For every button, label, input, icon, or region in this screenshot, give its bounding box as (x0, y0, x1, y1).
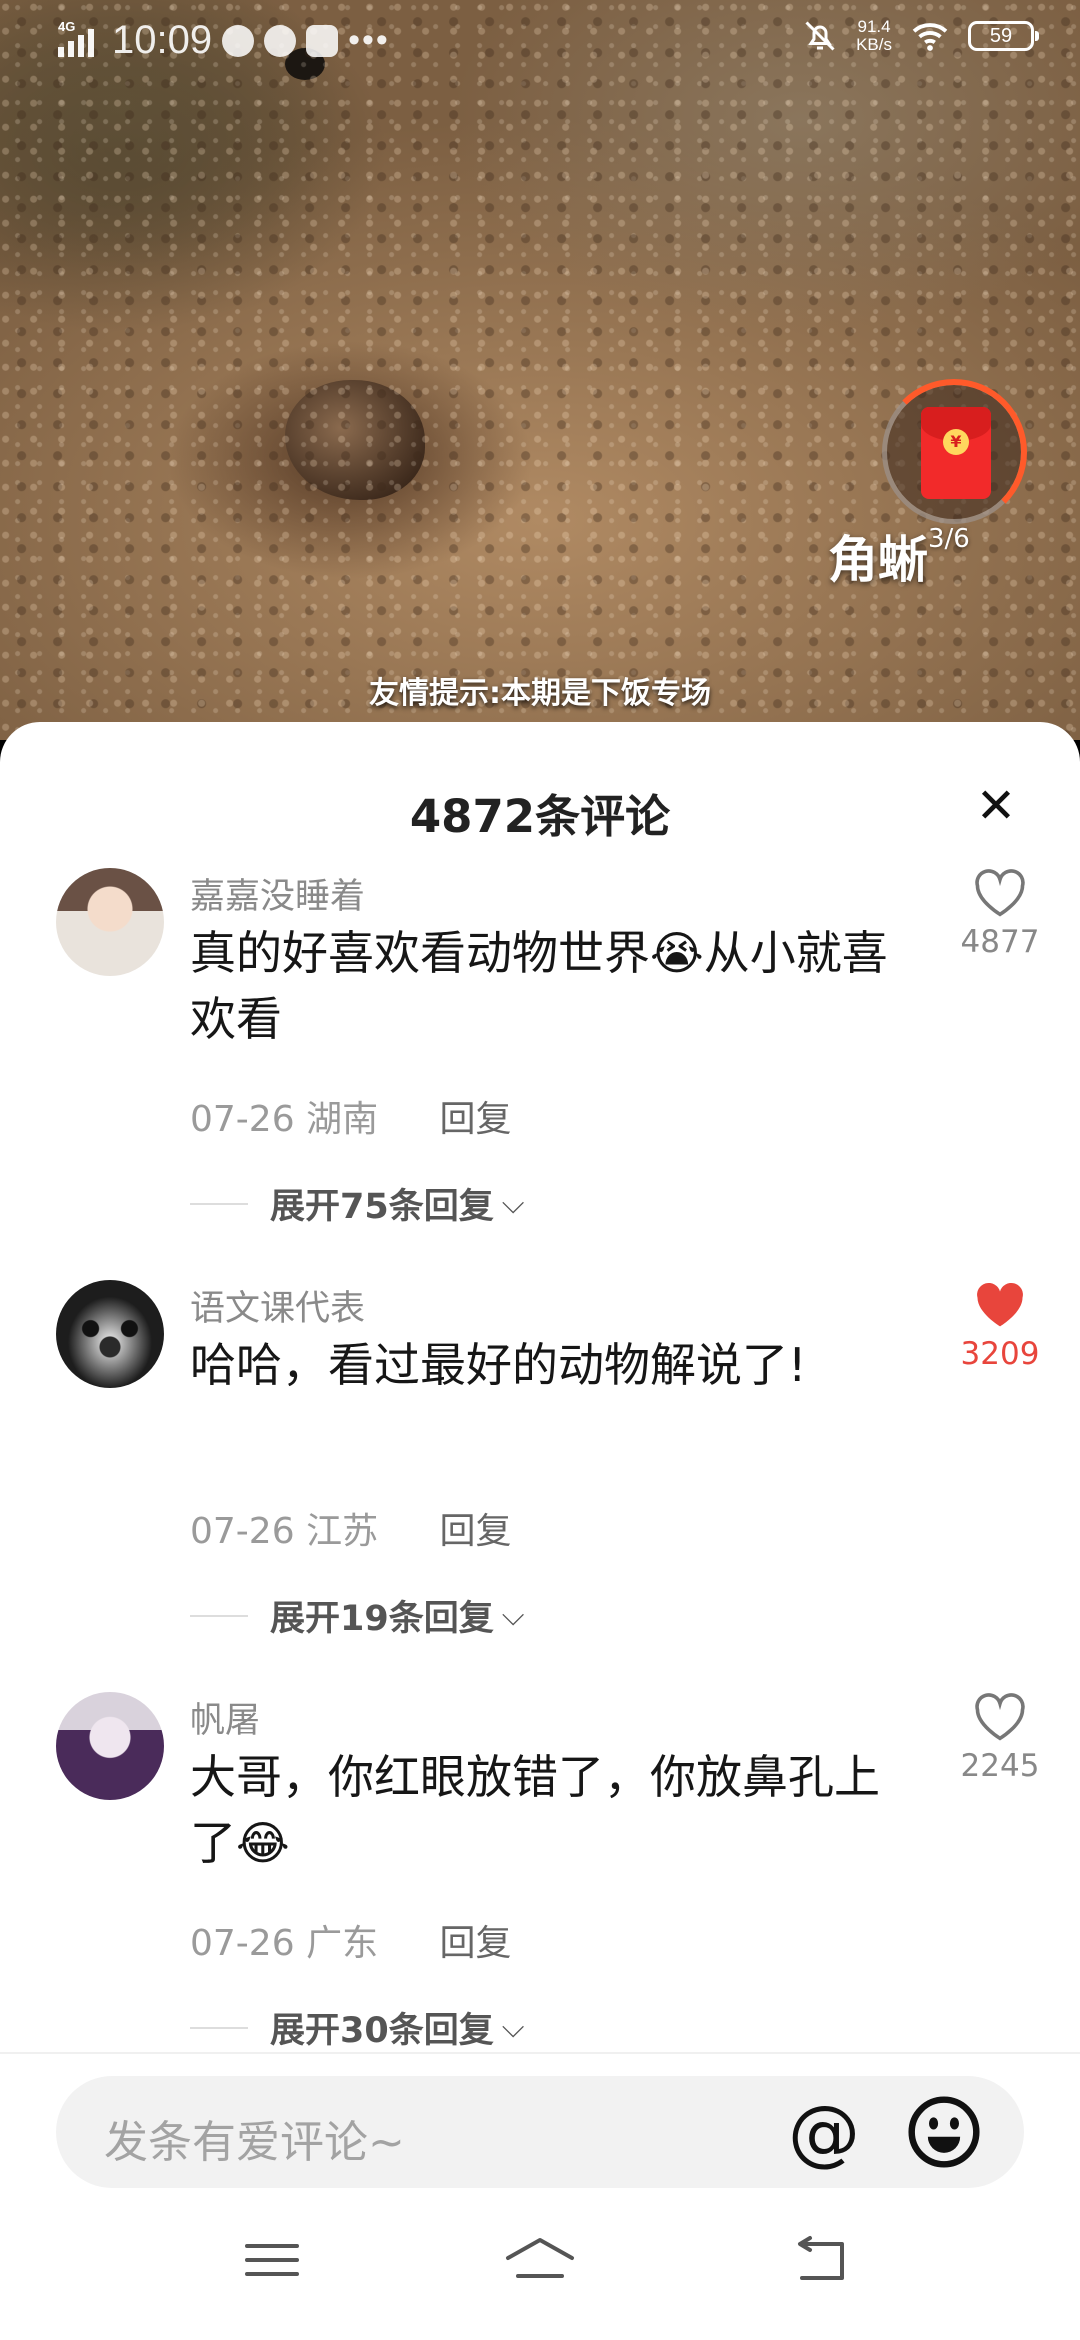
comment-date: 07-26 (190, 1099, 295, 1140)
expand-replies-button[interactable]: 展开30条回复 ⌵ (190, 2002, 524, 2053)
video-title: 角蜥 (828, 531, 928, 589)
mention-at-icon[interactable]: @ (786, 2094, 862, 2170)
comment-date: 07-26 (190, 1511, 295, 1552)
comment-text[interactable]: 大哥，你红眼放错了，你放鼻孔上了😂 (190, 1744, 890, 1876)
heart-filled-icon (977, 1282, 1023, 1327)
avatar[interactable] (56, 868, 164, 976)
avatar[interactable] (56, 1692, 164, 1800)
expand-replies-button[interactable]: 展开19条回复 ⌵ (190, 1590, 524, 1641)
battery-indicator: 59 (968, 21, 1039, 51)
video-player[interactable] (0, 0, 1080, 740)
comment-username[interactable]: 语文课代表 (190, 1280, 365, 1331)
comment-username[interactable]: 嘉嘉没睡着 (190, 868, 365, 919)
network-type: 4G (58, 18, 76, 34)
like-count: 3209 (960, 1336, 1040, 1372)
reply-button[interactable]: 回复 (440, 1923, 512, 1964)
heart-outline-icon (975, 1693, 1025, 1741)
comment-location: 江苏 (306, 1511, 379, 1552)
comment-input-placeholder: 发条有爱评论~ (104, 2117, 405, 2168)
like-button[interactable]: 4877 (950, 868, 1050, 960)
video-subtitle: 友情提示:本期是下饭专场 (369, 676, 711, 711)
reply-button[interactable]: 回复 (440, 1511, 512, 1552)
menu-icon[interactable] (232, 2230, 312, 2290)
comment-meta: 07-26 湖南 回复 (190, 1090, 512, 1142)
comments-sheet: 4872条评论 ✕ 嘉嘉没睡着 真的好喜欢看动物世界😭从小就喜欢看 07-26 … (0, 722, 1080, 2340)
comment-meta: 07-26 广东 回复 (190, 1914, 512, 1966)
like-count: 2245 (960, 1748, 1040, 1784)
status-bar: 4G 10:09 ••• 91.4 KB/s 59 (0, 0, 1080, 84)
expand-replies-label: 展开75条回复 (270, 1187, 494, 1227)
more-notifications-icon: ••• (348, 21, 390, 59)
camera-notification-icon (306, 24, 339, 57)
like-button[interactable]: 3209 (950, 1280, 1050, 1372)
back-icon[interactable] (784, 2230, 864, 2290)
red-envelope-icon: ¥ (921, 407, 991, 499)
close-button[interactable]: ✕ (968, 778, 1024, 834)
network-speed: 91.4 KB/s (856, 17, 892, 54)
pebble-image (285, 380, 425, 500)
comment-input[interactable]: 发条有爱评论~ @ (56, 2076, 1024, 2188)
comment-username[interactable]: 帆屠 (190, 1692, 260, 1743)
chevron-down-icon: ⌵ (501, 1186, 525, 1221)
compass-notification-icon (264, 24, 297, 57)
mute-bell-icon (805, 21, 835, 51)
chevron-down-icon: ⌵ (501, 2010, 525, 2045)
comment-date: 07-26 (190, 1923, 295, 1964)
cellular-signal-icon: 4G (58, 19, 102, 59)
comment-text[interactable]: 真的好喜欢看动物世界😭从小就喜欢看 (190, 920, 890, 1052)
expand-replies-label: 展开30条回复 (270, 2011, 494, 2051)
red-packet-button[interactable]: ¥ (881, 379, 1027, 525)
comments-count-title: 4872条评论 (409, 790, 671, 843)
wifi-icon (912, 23, 948, 51)
smiley-icon[interactable] (906, 2094, 982, 2170)
like-count: 4877 (960, 924, 1040, 960)
comment-meta: 07-26 江苏 回复 (190, 1502, 512, 1554)
home-icon[interactable] (500, 2230, 580, 2290)
divider (0, 2052, 1080, 2054)
heart-outline-icon (975, 869, 1025, 917)
like-button[interactable]: 2245 (950, 1692, 1050, 1784)
avatar[interactable] (56, 1280, 164, 1388)
chevron-down-icon: ⌵ (501, 1598, 525, 1633)
comment-location: 广东 (306, 1923, 379, 1964)
screen: 4G 10:09 ••• 91.4 KB/s 59 ¥ 角蜥 3/6 友情提示:… (0, 0, 1080, 2340)
expand-replies-button[interactable]: 展开75条回复 ⌵ (190, 1178, 524, 1229)
reply-button[interactable]: 回复 (440, 1099, 512, 1140)
expand-replies-label: 展开19条回复 (270, 1599, 494, 1639)
episode-progress: 3/6 (928, 524, 970, 554)
clock-time: 10:09 (112, 18, 213, 62)
comment-location: 湖南 (306, 1099, 379, 1140)
comment-text[interactable]: 哈哈，看过最好的动物解说了! (190, 1332, 890, 1398)
app-notification-icon (222, 24, 255, 57)
